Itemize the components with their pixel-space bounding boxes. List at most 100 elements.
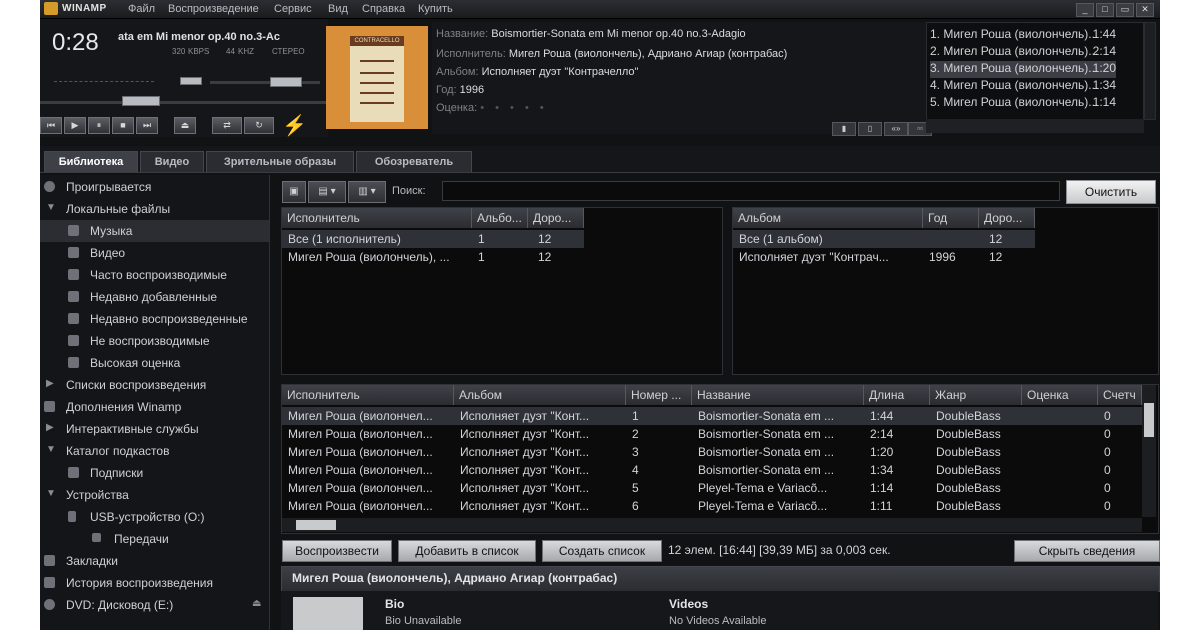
minimize-icon[interactable]: _ [1076, 3, 1094, 17]
sidebar-item-devices[interactable]: ▼ Устройства [40, 484, 269, 506]
seek-knob[interactable] [122, 96, 160, 106]
expand-arrow-icon[interactable]: ▼ [46, 202, 56, 213]
menu-file[interactable]: Файл [128, 3, 155, 15]
tab-browser[interactable]: Обозреватель [356, 151, 472, 172]
sidebar-item-bookmarks[interactable]: Закладки [40, 550, 269, 572]
hide-info-button[interactable]: Скрыть сведения [1014, 540, 1160, 562]
column-header-genre[interactable]: Жанр [930, 385, 1022, 405]
next-button[interactable]: ⏭ [136, 117, 158, 134]
album-cell[interactable]: Все (1 альбом) [739, 232, 919, 246]
playlist-item[interactable]: 1. Мигел Роша (виолончель)... 1:44 [930, 27, 1116, 44]
sidebar-item-most-played[interactable]: Часто воспроизводимые [40, 264, 269, 286]
lightning-icon[interactable]: ⚡ [282, 113, 307, 138]
sidebar-item-dvd-drive[interactable]: DVD: Дисковод (E:) ⏏ [40, 594, 269, 616]
column-header-album[interactable]: Альбом [454, 385, 626, 405]
playlist-scrollbar[interactable] [1144, 22, 1156, 120]
tab-visualization[interactable]: Зрительные образы [206, 151, 354, 172]
menu-help[interactable]: Справка [362, 3, 405, 15]
sidebar-item-playlists[interactable]: ▶ Списки воспроизведения [40, 374, 269, 396]
collapse-arrow-icon[interactable]: ▶ [46, 378, 54, 389]
sidebar-item-winamp-addons[interactable]: Дополнения Winamp [40, 396, 269, 418]
column-header-length[interactable]: Длина [864, 385, 930, 405]
album-cell[interactable]: Исполняет дуэт "Контрач... [739, 250, 919, 264]
column-header-albums[interactable]: Альбо... [472, 208, 528, 228]
tracks-horizontal-scrollbar[interactable] [282, 518, 1142, 532]
maximize-icon[interactable]: ▭ [1116, 3, 1134, 17]
repeat-button[interactable]: ↻ [244, 117, 274, 134]
sidebar-item-subscriptions[interactable]: Подписки [40, 462, 269, 484]
close-icon[interactable]: ✕ [1136, 3, 1154, 17]
artist-cell[interactable]: Все (1 исполнитель) [288, 232, 468, 246]
table-row[interactable]: Мигел Роша (виолончел... Исполняет дуэт … [282, 407, 1142, 425]
playlist-item[interactable]: 2. Мигел Роша (виолончель)... 2:14 [930, 44, 1116, 61]
previous-button[interactable]: ⏮ [40, 117, 62, 134]
column-header-tracks[interactable]: Доро... [979, 208, 1035, 228]
play-selection-button[interactable]: Воспроизвести [282, 540, 392, 562]
sidebar-item-recently-added[interactable]: Недавно добавленные [40, 286, 269, 308]
sidebar-item-usb-device[interactable]: USB-устройство (O:) [40, 506, 269, 528]
column-header-title[interactable]: Название [692, 385, 864, 405]
info-button-2[interactable]: ▯ [858, 122, 882, 136]
collapse-arrow-icon[interactable]: ▶ [46, 422, 54, 433]
expand-arrow-icon[interactable]: ▼ [46, 488, 56, 499]
column-header-rating[interactable]: Оценка [1022, 385, 1098, 405]
column-header-play-count[interactable]: Счетч [1098, 385, 1142, 405]
table-row[interactable]: Мигел Роша (виолончел... Исполняет дуэт … [282, 425, 1142, 443]
expand-arrow-icon[interactable]: ▼ [46, 444, 56, 455]
columns-dropdown-button[interactable]: ▥ ▾ [348, 181, 386, 203]
tab-video[interactable]: Видео [140, 151, 204, 172]
table-row[interactable]: Мигел Роша (виолончел... Исполняет дуэт … [282, 497, 1142, 515]
pause-button[interactable]: ⏸ [88, 117, 110, 134]
column-header-artist[interactable]: Исполнитель [282, 208, 472, 228]
menu-tools[interactable]: Сервис [274, 3, 312, 15]
volume-knob[interactable] [270, 77, 302, 87]
stop-button[interactable]: ■ [112, 117, 134, 134]
create-playlist-button[interactable]: Создать список [542, 540, 662, 562]
sidebar-item-top-rated[interactable]: Высокая оценка [40, 352, 269, 374]
volume-slider[interactable] [210, 81, 320, 84]
table-row[interactable]: Мигел Роша (виолончел... Исполняет дуэт … [282, 461, 1142, 479]
play-button[interactable]: ▶ [64, 117, 86, 134]
column-header-album[interactable]: Альбом [733, 208, 923, 228]
sidebar-item-transfers[interactable]: Передачи [40, 528, 269, 550]
balance-knob[interactable] [180, 77, 202, 85]
column-header-year[interactable]: Год [923, 208, 979, 228]
column-header-track-number[interactable]: Номер ... [626, 385, 692, 405]
column-header-artist[interactable]: Исполнитель [282, 385, 454, 405]
seek-bar[interactable] [40, 101, 328, 104]
tab-library[interactable]: Библиотека [44, 151, 138, 172]
add-to-playlist-button[interactable]: Добавить в список [398, 540, 536, 562]
table-row[interactable]: Мигел Роша (виолончел... Исполняет дуэт … [282, 443, 1142, 461]
menu-playback[interactable]: Воспроизведение [168, 3, 259, 15]
view-toggle-button[interactable]: ▣ [282, 181, 306, 203]
eject-icon[interactable]: ⏏ [252, 598, 261, 609]
sidebar-item-history[interactable]: История воспроизведения [40, 572, 269, 594]
playlist-item-current[interactable]: 3. Мигел Роша (виолончель)... 1:20 [930, 61, 1116, 78]
sidebar-item-music[interactable]: Музыка [40, 220, 269, 242]
info-button-1[interactable]: ▮ [832, 122, 856, 136]
tracks-scrollbar[interactable] [1142, 385, 1156, 517]
info-button-3[interactable]: «» [884, 122, 908, 136]
sidebar-item-online-services[interactable]: ▶ Интерактивные службы [40, 418, 269, 440]
rating-stars[interactable]: • • • • • [480, 102, 547, 114]
menu-view[interactable]: Вид [328, 3, 348, 15]
sidebar-item-video[interactable]: Видео [40, 242, 269, 264]
eject-button[interactable]: ⏏ [174, 117, 196, 134]
restore-icon[interactable]: □ [1096, 3, 1114, 17]
column-header-tracks[interactable]: Доро... [528, 208, 584, 228]
playlist-item[interactable]: 5. Мигел Роша (виолончель)... 1:14 [930, 95, 1116, 112]
menu-buy[interactable]: Купить [418, 3, 453, 15]
playlist-item[interactable]: 4. Мигел Роша (виолончель)... 1:34 [930, 78, 1116, 95]
table-row[interactable]: Мигел Роша (виолончел... Исполняет дуэт … [282, 479, 1142, 497]
sidebar-item-local-files[interactable]: ▼ Локальные файлы [40, 198, 269, 220]
playlist-controls[interactable] [926, 119, 1144, 133]
clear-search-button[interactable]: Очистить [1066, 180, 1156, 204]
layout-dropdown-button[interactable]: ▤ ▾ [308, 181, 346, 203]
search-input[interactable] [442, 181, 1060, 201]
sidebar-item-never-played[interactable]: Не воспроизводимые [40, 330, 269, 352]
sidebar-item-now-playing[interactable]: Проигрывается [40, 176, 269, 198]
sidebar-item-podcast-directory[interactable]: ▼ Каталог подкастов [40, 440, 269, 462]
shuffle-button[interactable]: ⇄ [212, 117, 242, 134]
artist-cell[interactable]: Мигел Роша (виолончель), ... [288, 250, 468, 264]
sidebar-item-recently-played[interactable]: Недавно воспроизведенные [40, 308, 269, 330]
